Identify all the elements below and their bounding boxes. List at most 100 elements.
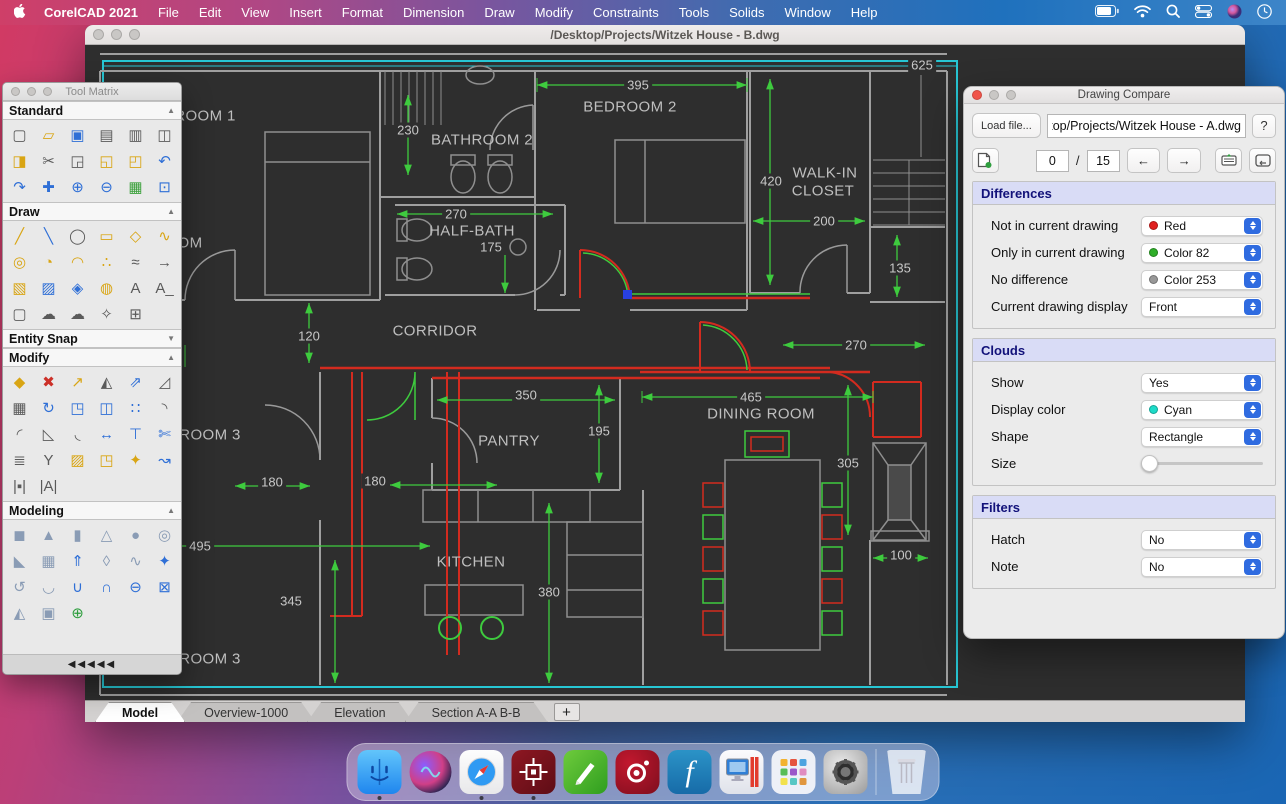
undo-tool-icon[interactable]: ↶ <box>150 148 179 174</box>
section-header-entity-snap[interactable]: Entity Snap▼ <box>3 329 181 348</box>
edit-hatch-tool-icon[interactable]: ▨ <box>63 447 92 473</box>
control-center-icon[interactable] <box>1195 5 1212 21</box>
siri-icon[interactable] <box>1227 4 1242 22</box>
window-title-bar[interactable]: /Desktop/Projects/Witzek House - B.dwg <box>85 25 1245 45</box>
extrude-tool-icon[interactable]: ⇑ <box>63 548 92 574</box>
color-format-tool-icon[interactable]: ▦ <box>121 174 150 200</box>
chamfer-tool-icon[interactable]: ◺ <box>34 421 63 447</box>
save-tool-icon[interactable]: ▣ <box>63 122 92 148</box>
bend-tool-icon[interactable]: ◿ <box>150 369 179 395</box>
mesh-tool-icon[interactable]: ▦ <box>34 548 63 574</box>
previous-difference-button[interactable]: ← <box>1127 148 1161 173</box>
display-color-dropdown[interactable]: Cyan <box>1141 400 1263 420</box>
power-trim-tool-icon[interactable]: ✄ <box>150 421 179 447</box>
sheet-tab-elevation[interactable]: Elevation <box>307 702 412 722</box>
freehand-tool-icon[interactable]: ≈ <box>121 249 150 275</box>
paste-tool-icon[interactable]: ◱ <box>92 148 121 174</box>
print-tool-icon[interactable]: ▤ <box>92 122 121 148</box>
clock-icon[interactable] <box>1257 4 1272 22</box>
menu-edit[interactable]: Edit <box>199 5 221 20</box>
slice-tool-icon[interactable]: ◭ <box>5 600 34 626</box>
add-sheet-button[interactable]: + <box>554 703 580 721</box>
edit-path-tool-icon[interactable]: ↝ <box>150 447 179 473</box>
plot-tool-icon[interactable]: ◨ <box>5 148 34 174</box>
compare-file-path-field[interactable] <box>1047 114 1246 138</box>
current-drawing-display-dropdown[interactable]: Front <box>1141 297 1263 317</box>
dock-trash-icon[interactable] <box>885 750 929 794</box>
fillet-tool-icon[interactable]: ◝ <box>150 395 179 421</box>
stretch-tool-icon[interactable]: ≣ <box>5 447 34 473</box>
pipe-tool-icon[interactable]: ◡ <box>34 574 63 600</box>
point-tool-icon[interactable]: ∴ <box>92 249 121 275</box>
dock-safari-icon[interactable] <box>460 750 504 794</box>
revolve-tool-icon[interactable]: ↺ <box>5 574 34 600</box>
cut-tool-icon[interactable]: ✂ <box>34 148 63 174</box>
wifi-icon[interactable] <box>1134 5 1151 21</box>
smart-solid-tool-icon[interactable]: ✦ <box>150 548 179 574</box>
sheet-tab-section-a-a-b-b[interactable]: Section A-A B-B <box>405 702 548 722</box>
menu-window[interactable]: Window <box>785 5 831 20</box>
menu-tools[interactable]: Tools <box>679 5 709 20</box>
spline-tool-icon[interactable]: ∿ <box>150 223 179 249</box>
circle-tool-icon[interactable]: ◯ <box>63 223 92 249</box>
menu-draw[interactable]: Draw <box>484 5 514 20</box>
rectangle-tool-icon[interactable]: ▭ <box>92 223 121 249</box>
trim-tool-icon[interactable]: ⊤ <box>121 421 150 447</box>
align-tool-icon[interactable]: |A| <box>34 473 63 499</box>
edit-grips-tool-icon[interactable]: ✦ <box>121 447 150 473</box>
ellipse-tool-icon[interactable]: ◎ <box>5 249 34 275</box>
total-differences-field[interactable] <box>1087 150 1120 172</box>
print-preview-tool-icon[interactable]: ◫ <box>150 122 179 148</box>
split-tool-icon[interactable]: Y <box>34 447 63 473</box>
intersect-tool-icon[interactable]: ∩ <box>92 574 121 600</box>
hatch-dropdown[interactable]: No <box>1141 530 1263 550</box>
spotlight-icon[interactable] <box>1166 4 1180 21</box>
offset-tool-icon[interactable]: ◫ <box>92 395 121 421</box>
pyramid-tool-icon[interactable]: △ <box>92 522 121 548</box>
polygon-tool-icon[interactable]: ◇ <box>121 223 150 249</box>
dock-green-pen-app-icon[interactable] <box>564 750 608 794</box>
display-order-tool-icon[interactable]: ◳ <box>92 447 121 473</box>
no-difference-dropdown[interactable]: Color 253 <box>1141 270 1263 290</box>
menu-insert[interactable]: Insert <box>289 5 322 20</box>
line-tool-icon[interactable]: ╱ <box>5 223 34 249</box>
dock-finder-icon[interactable] <box>358 750 402 794</box>
join-tool-icon[interactable]: ↔ <box>92 421 121 447</box>
cloud-rectangle-tool-icon[interactable]: ▢ <box>5 301 34 327</box>
section-header-modeling[interactable]: Modeling▲ <box>3 501 181 520</box>
help-button[interactable]: ? <box>1252 114 1276 138</box>
dock-parallels-icon[interactable] <box>720 750 764 794</box>
scale-tool-icon[interactable]: ◳ <box>63 395 92 421</box>
copy-offset-tool-icon[interactable]: ⇗ <box>121 369 150 395</box>
align-3d-tool-icon[interactable]: ⊕ <box>63 600 92 626</box>
load-file-button[interactable]: Load file... <box>972 113 1041 138</box>
flatten-tool-icon[interactable]: |▪| <box>5 473 34 499</box>
copy-tool-icon[interactable]: ◲ <box>63 148 92 174</box>
menu-modify[interactable]: Modify <box>535 5 573 20</box>
sweep-tool-icon[interactable]: ∿ <box>121 548 150 574</box>
cloud-freeform-tool-icon[interactable]: ☁ <box>63 301 92 327</box>
cylinder-tool-icon[interactable]: ▮ <box>63 522 92 548</box>
text-tool-icon[interactable]: A <box>121 275 150 301</box>
boundary-tool-icon[interactable]: ▧ <box>5 275 34 301</box>
wedge-tool-icon[interactable]: ◣ <box>5 548 34 574</box>
move-tool-icon[interactable]: ↗ <box>63 369 92 395</box>
only-in-current-drawing-dropdown[interactable]: Color 82 <box>1141 243 1263 263</box>
ray-tool-icon[interactable]: → <box>150 249 179 275</box>
menu-help[interactable]: Help <box>851 5 878 20</box>
size-slider[interactable] <box>1141 454 1263 474</box>
zoom-previous-tool-icon[interactable]: ⊖ <box>92 174 121 200</box>
region-tool-icon[interactable]: ◈ <box>63 275 92 301</box>
pattern-tool-icon[interactable]: ▦ <box>5 395 34 421</box>
current-difference-field[interactable] <box>1036 150 1069 172</box>
menu-dimension[interactable]: Dimension <box>403 5 464 20</box>
torus-tool-icon[interactable]: ◎ <box>150 522 179 548</box>
not-in-current-drawing-dropdown[interactable]: Red <box>1141 216 1263 236</box>
batch-print-tool-icon[interactable]: ▥ <box>121 122 150 148</box>
power-erase-tool-icon[interactable]: ✖ <box>34 369 63 395</box>
dock-corelcad-icon[interactable] <box>512 750 556 794</box>
sheet-tab-model[interactable]: Model <box>95 702 185 722</box>
battery-icon[interactable] <box>1095 5 1119 20</box>
slider-knob[interactable] <box>1141 455 1158 472</box>
corner-round-tool-icon[interactable]: ◜ <box>5 421 34 447</box>
